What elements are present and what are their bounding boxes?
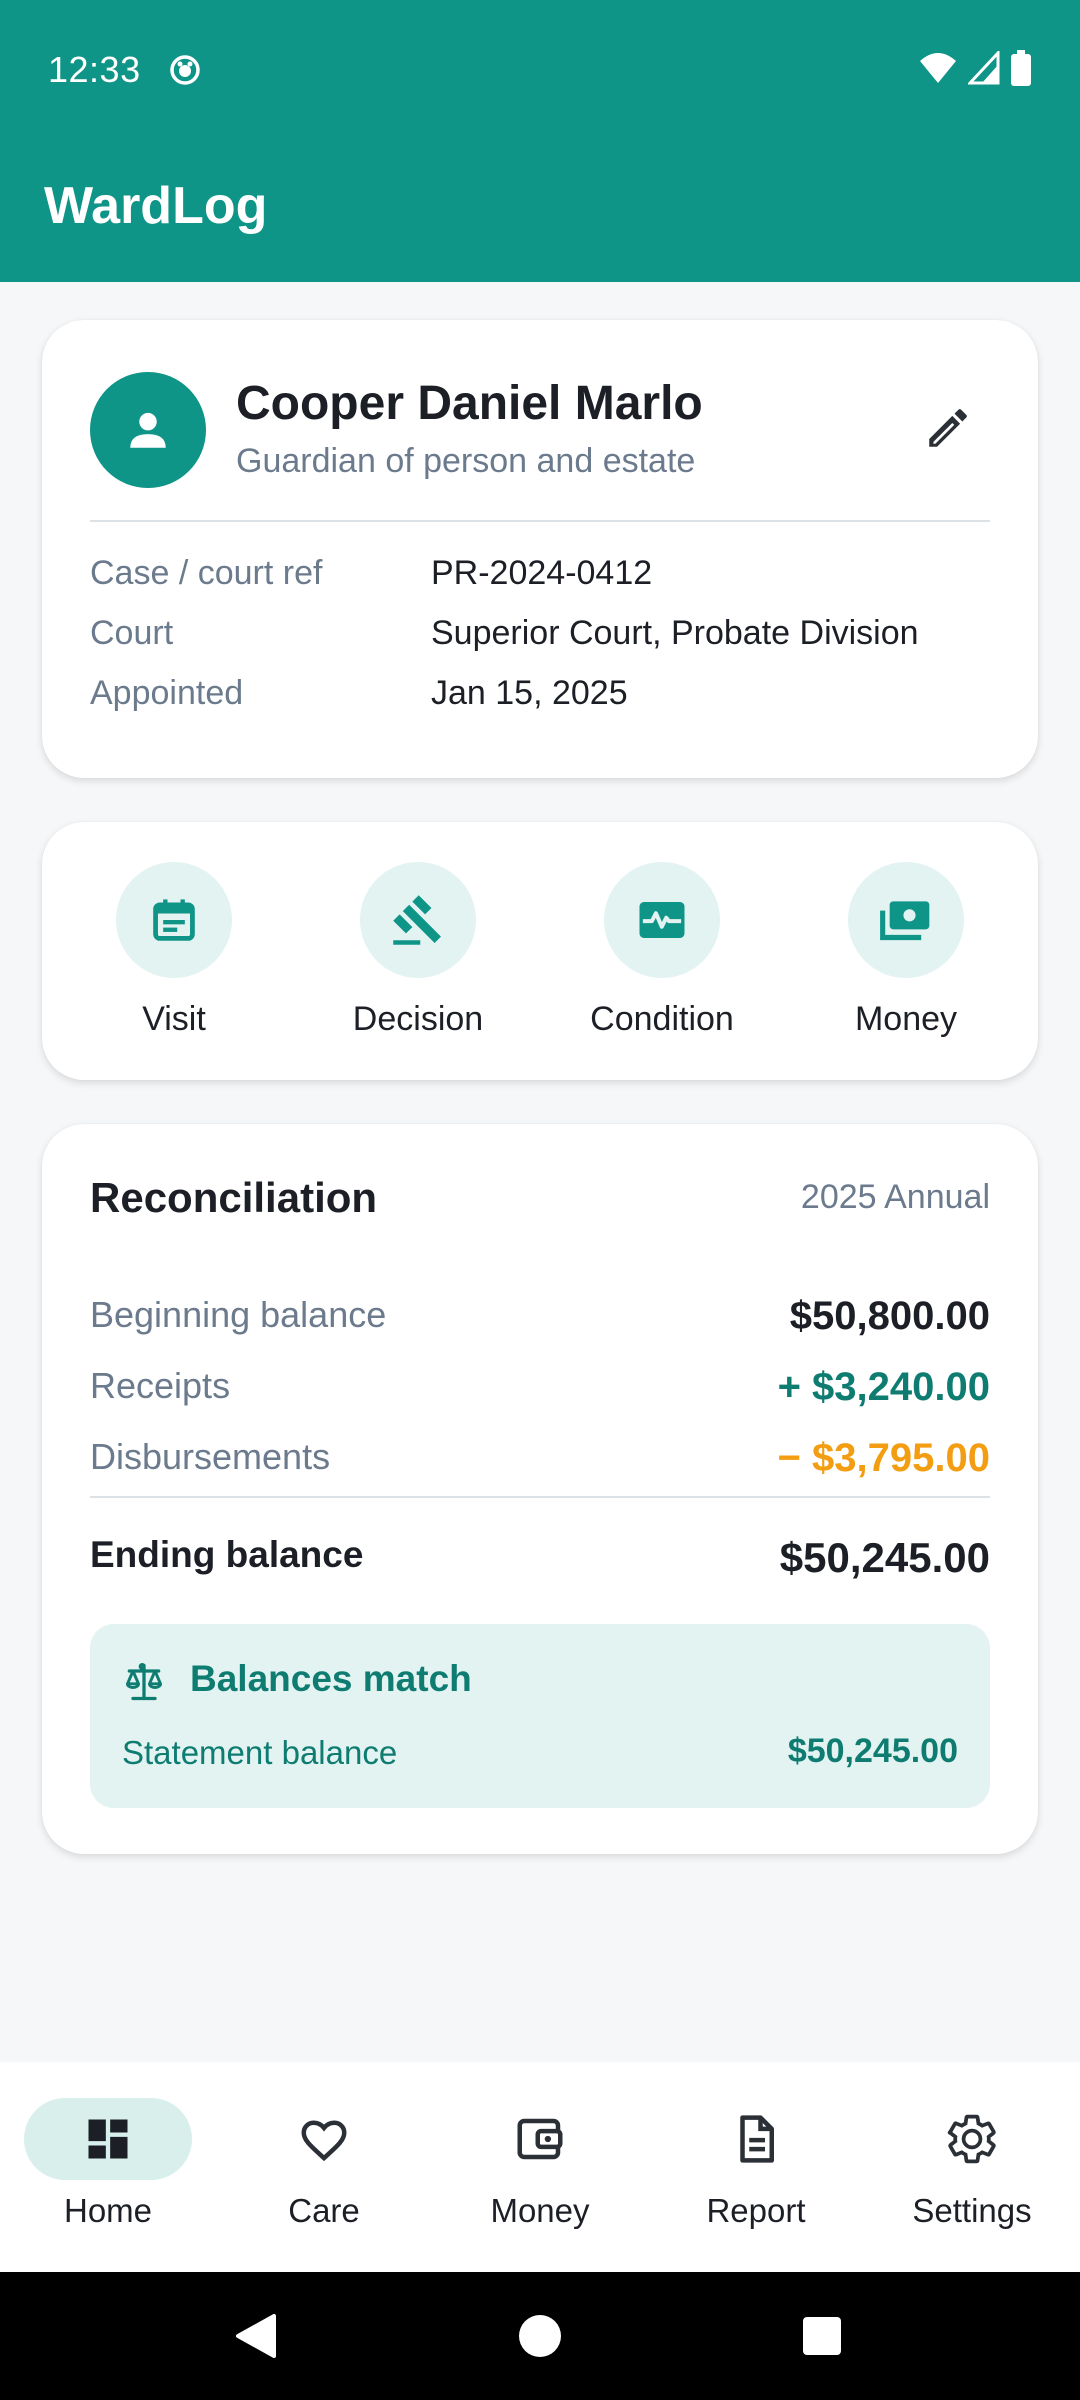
status-time: 12:33 xyxy=(48,49,141,90)
ward-profile-card: Cooper Daniel Marlo Guardian of person a… xyxy=(42,320,1038,778)
nav-item-care[interactable]: Care xyxy=(224,2098,424,2248)
recon-row-value: $50,800.00 xyxy=(789,1294,990,1338)
divider xyxy=(90,520,990,522)
quick-action-icon-bg xyxy=(360,862,476,978)
nav-label: Settings xyxy=(912,2192,1032,2229)
notification-app-icon xyxy=(169,55,200,85)
divider xyxy=(90,1496,990,1498)
heart-icon xyxy=(301,2120,347,2162)
nav-icon-wrap xyxy=(456,2098,624,2180)
nav-item-settings[interactable]: Settings xyxy=(872,2098,1072,2248)
ward-role: Guardian of person and estate xyxy=(236,442,696,480)
status-bar-left: 12:33 xyxy=(48,48,203,92)
bottom-navigation: Home Care Money Report Settings xyxy=(0,2062,1080,2272)
detail-label: Case / court ref xyxy=(90,554,323,592)
nav-label: Care xyxy=(288,2192,360,2229)
person-icon xyxy=(130,412,166,448)
back-icon[interactable] xyxy=(232,2312,280,2360)
nav-icon-wrap xyxy=(888,2098,1056,2180)
recon-row-label: Disbursements xyxy=(90,1436,331,1477)
app-title: WardLog xyxy=(44,177,268,235)
nav-label: Home xyxy=(63,2192,153,2229)
nav-label: Money xyxy=(490,2192,590,2229)
quick-action-icon-bg xyxy=(848,862,964,978)
reconciliation-card[interactable]: Reconciliation 2025 Annual Beginning bal… xyxy=(42,1124,1038,1854)
gavel-icon xyxy=(393,895,441,945)
recon-row-label: Receipts xyxy=(90,1365,231,1406)
nav-icon-wrap xyxy=(672,2098,840,2180)
quick-action-visit[interactable]: Visit xyxy=(74,862,274,1052)
recon-row-ending-balance: Ending balance $50,245.00 xyxy=(90,1534,990,1584)
nav-item-money[interactable]: Money xyxy=(440,2098,640,2248)
status-bar-right xyxy=(918,46,1032,90)
nav-label: Report xyxy=(706,2192,806,2229)
system-navigation-bar xyxy=(0,2272,1080,2400)
quick-action-icon-bg xyxy=(116,862,232,978)
quick-action-label: Condition xyxy=(590,1000,734,1038)
recon-row-receipts: Receipts + $3,240.00 xyxy=(90,1365,990,1415)
balances-match-title: Balances match xyxy=(190,1658,472,1699)
quick-action-label: Visit xyxy=(142,1000,206,1038)
wifi-icon xyxy=(920,53,956,83)
detail-value: Jan 15, 2025 xyxy=(431,674,628,712)
ward-name: Cooper Daniel Marlo xyxy=(236,377,703,430)
recon-row-value: − $3,795.00 xyxy=(777,1436,990,1480)
calendar-icon xyxy=(153,899,195,941)
home-circle-icon[interactable] xyxy=(518,2314,562,2358)
recon-row-value: $50,245.00 xyxy=(779,1534,990,1581)
detail-value: Superior Court, Probate Division xyxy=(431,614,919,652)
gear-icon xyxy=(947,2114,996,2164)
nav-item-report[interactable]: Report xyxy=(656,2098,856,2248)
detail-label: Appointed xyxy=(90,674,244,712)
battery-icon xyxy=(1011,50,1031,86)
avatar xyxy=(90,372,206,488)
reconciliation-period: 2025 Annual xyxy=(800,1178,990,1216)
pencil-icon xyxy=(929,409,967,447)
quick-action-money[interactable]: Money xyxy=(806,862,1006,1052)
recon-row-label: Ending balance xyxy=(90,1534,364,1575)
quick-action-decision[interactable]: Decision xyxy=(318,862,518,1052)
cash-icon xyxy=(880,901,930,941)
nav-item-home[interactable]: Home xyxy=(8,2098,208,2248)
wallet-icon xyxy=(517,2118,563,2160)
app-header: 12:33 WardLog xyxy=(0,0,1080,282)
scale-balance-icon xyxy=(126,1663,162,1701)
dashboard-icon xyxy=(88,2119,128,2159)
quick-action-icon-bg xyxy=(604,862,720,978)
document-icon xyxy=(740,2115,774,2163)
recon-row-label: Beginning balance xyxy=(90,1294,387,1335)
quick-action-label: Decision xyxy=(352,1000,484,1038)
recents-icon[interactable] xyxy=(802,2316,842,2356)
health-monitor-icon xyxy=(639,902,685,938)
statement-balance-label: Statement balance xyxy=(122,1734,398,1771)
edit-ward-button[interactable] xyxy=(920,400,976,456)
detail-value: PR-2024-0412 xyxy=(431,554,653,592)
nav-active-indicator xyxy=(24,2098,192,2180)
quick-action-label: Money xyxy=(854,1000,958,1038)
reconciliation-title: Reconciliation xyxy=(90,1174,378,1221)
recon-row-beginning-balance: Beginning balance $50,800.00 xyxy=(90,1294,990,1344)
cell-signal-icon xyxy=(968,51,1000,85)
nav-icon-wrap xyxy=(240,2098,408,2180)
quick-action-condition[interactable]: Condition xyxy=(562,862,762,1052)
recon-row-value: + $3,240.00 xyxy=(777,1365,990,1409)
quick-actions-card: Visit Decision Condition Money xyxy=(42,822,1038,1080)
balances-match-banner: Balances match Statement balance $50,245… xyxy=(90,1624,990,1808)
detail-label: Court xyxy=(90,614,174,652)
statement-balance-value: $50,245.00 xyxy=(787,1732,958,1770)
recon-row-disbursements: Disbursements − $3,795.00 xyxy=(90,1436,990,1486)
